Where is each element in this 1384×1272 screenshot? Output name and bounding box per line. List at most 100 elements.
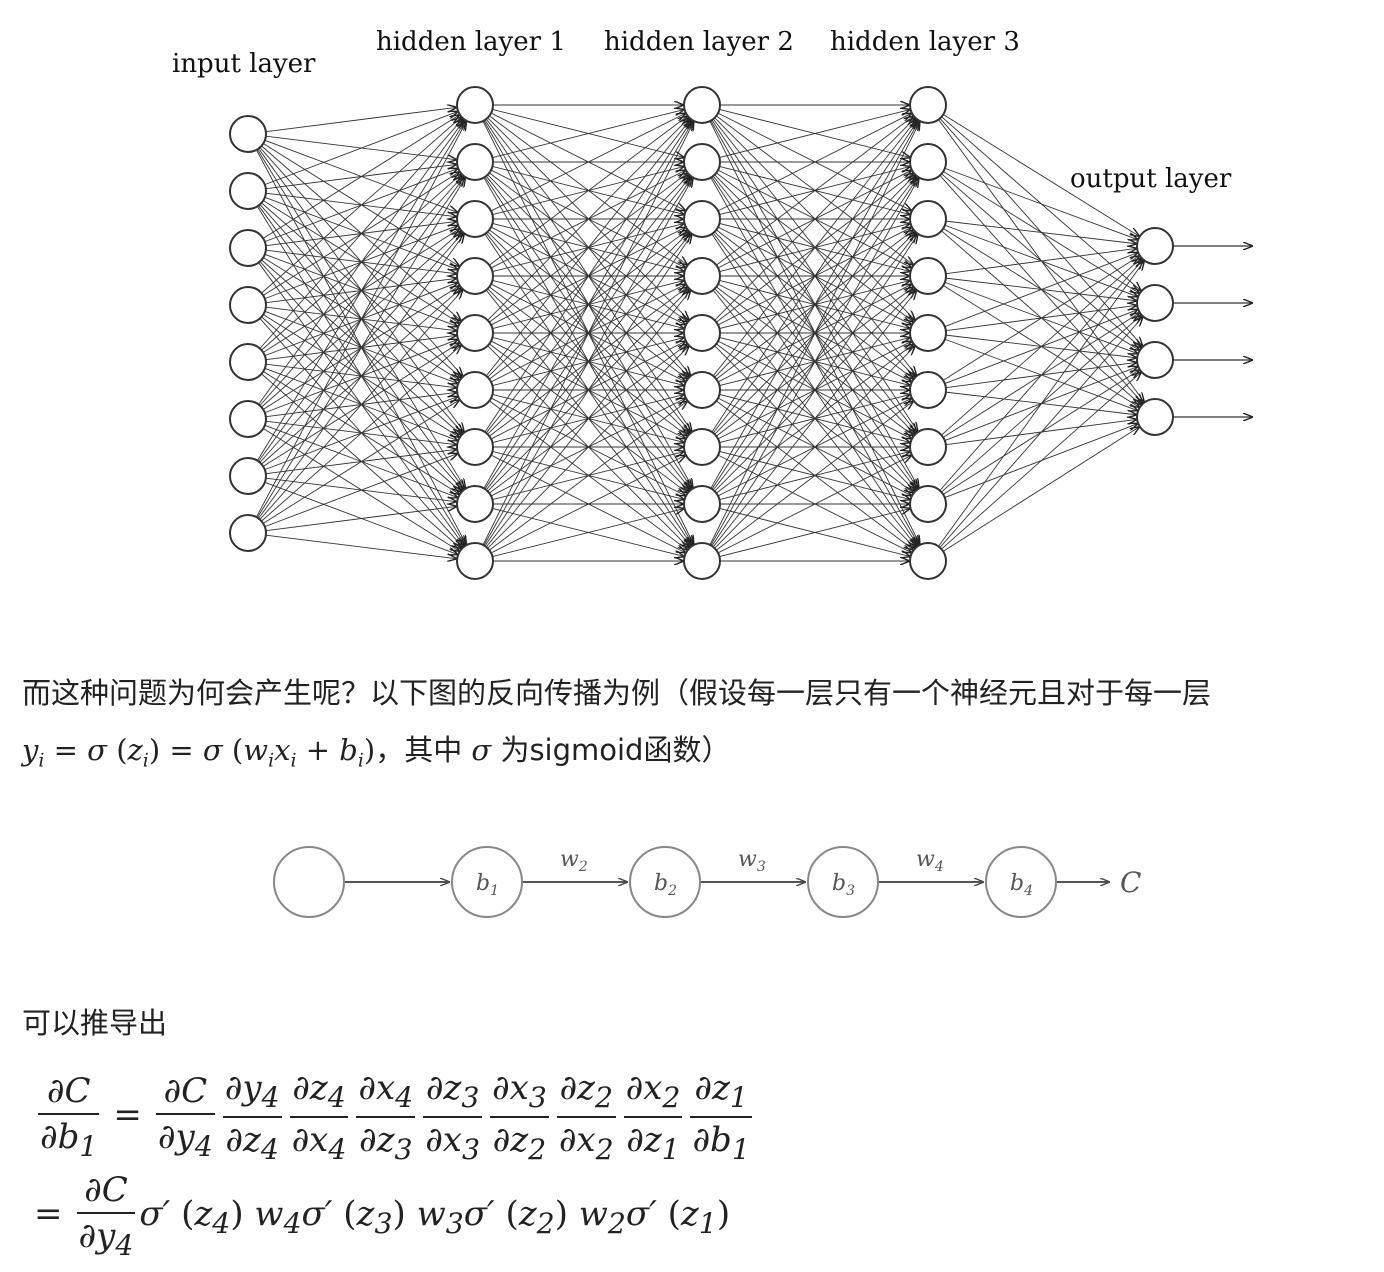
connection-line <box>945 248 1136 275</box>
formula-line: yi = σ (zi) = σ (wixi + bi)，其中 σ 为sigmoi… <box>22 727 730 772</box>
hidden2-neuron <box>683 314 721 352</box>
hidden3-neuron <box>909 314 947 352</box>
connection-line <box>712 120 916 377</box>
hidden2-neuron <box>683 200 721 238</box>
hidden3-neuron <box>909 542 947 580</box>
hidden1-neuron <box>456 257 494 295</box>
connection-line <box>485 291 690 548</box>
hidden2-neuron <box>683 485 721 523</box>
fraction-dy4-dz4: ∂y4 ∂z4 <box>222 1068 282 1166</box>
explanation-paragraph: 而这种问题为何会产生呢？以下图的反向传播为例（假设每一层只有一个神经元且对于每一… <box>22 676 1212 710</box>
weight-label-w2: w2 <box>560 847 588 875</box>
connection-line <box>941 373 1140 550</box>
connection-line <box>257 121 465 461</box>
connection-line <box>712 291 916 548</box>
hidden1-neuron <box>456 86 494 124</box>
input-neuron <box>229 286 267 324</box>
connection-line <box>489 116 686 266</box>
output-layer-label: output layer <box>1070 164 1232 194</box>
input-neuron <box>229 343 267 381</box>
connection-line <box>938 261 1144 547</box>
chain-node-b2 <box>629 846 701 918</box>
hidden-layer-2-label: hidden layer 2 <box>604 27 794 57</box>
input-neuron <box>229 457 267 495</box>
hidden3-neuron <box>909 485 947 523</box>
chain-node-label-b4: b4 <box>1010 871 1033 899</box>
fraction-dC-dy4-2: ∂C ∂y4 <box>76 1170 136 1262</box>
hidden3-neuron <box>909 143 947 181</box>
hidden-layer-3-label: hidden layer 3 <box>830 27 1020 57</box>
chain-node-b4 <box>985 846 1057 918</box>
connection-line <box>265 534 456 558</box>
input-neuron <box>229 172 267 210</box>
expanded-equation: = ∂C ∂y4 σ′ (z4) w4σ′ (z3) w3σ′ (z2) w2σ′ (… <box>34 1170 731 1262</box>
connection-line <box>716 401 912 551</box>
chain-node-b3 <box>807 846 879 918</box>
connection-line <box>265 107 456 133</box>
hidden1-neuron <box>456 485 494 523</box>
connection-line <box>258 234 464 519</box>
fraction-dC-dy4: ∂C ∂y4 <box>155 1070 215 1163</box>
hidden1-neuron <box>456 143 494 181</box>
hidden3-neuron <box>909 86 947 124</box>
output-neuron <box>1136 341 1174 379</box>
input-layer-label: input layer <box>172 49 316 79</box>
connection-line <box>945 220 1136 244</box>
connection-line <box>489 401 686 551</box>
weight-label-w3: w3 <box>738 847 766 875</box>
hidden2-neuron <box>683 257 721 295</box>
chain-node-input <box>273 846 345 918</box>
cost-label: C <box>1120 866 1141 899</box>
fraction-dz1-db1: ∂z1 ∂b1 <box>690 1068 752 1166</box>
connection-line <box>942 256 1139 381</box>
output-neuron <box>1136 227 1174 265</box>
connection-line <box>265 506 456 532</box>
hidden3-neuron <box>909 257 947 295</box>
activation-formula: yi = σ (zi) = σ (wixi + bi) <box>22 733 376 772</box>
input-neuron <box>229 400 267 438</box>
input-neuron <box>229 229 267 267</box>
fraction-dC-db1: ∂C ∂b1 <box>38 1070 100 1163</box>
hidden1-neuron <box>456 428 494 466</box>
chain-node-label-b2: b2 <box>654 871 677 899</box>
output-arrows <box>1173 246 1252 417</box>
chain-node-b1 <box>451 846 523 918</box>
connection-line <box>485 120 690 377</box>
connection-line <box>944 253 1137 327</box>
weight-label-w4: w4 <box>916 847 944 875</box>
connection-line <box>261 346 461 522</box>
hidden-layer-1-label: hidden layer 1 <box>376 27 566 57</box>
connection-line <box>257 178 465 518</box>
chain-node-label-b1: b1 <box>476 871 499 899</box>
formula-note-b: 为sigmoid函数） <box>500 733 731 767</box>
connection-line <box>942 427 1139 552</box>
hidden2-neuron <box>683 371 721 409</box>
connection-line <box>256 122 466 518</box>
hidden3-neuron <box>909 200 947 238</box>
neural-network-diagram: input layer hidden layer 1 hidden layer … <box>172 27 1384 580</box>
chain-node-label-b3: b3 <box>832 871 855 899</box>
hidden2-neuron <box>683 542 721 580</box>
connection-line <box>264 454 457 528</box>
formula-note-a: ，其中 <box>375 733 463 767</box>
input-neuron <box>229 115 267 153</box>
hidden2-neuron <box>683 143 721 181</box>
hidden3-neuron <box>909 428 947 466</box>
connection-line <box>262 115 459 239</box>
hidden1-neuron <box>456 314 494 352</box>
derive-paragraph: 可以推导出 <box>22 1006 168 1040</box>
output-neuron <box>1136 398 1174 436</box>
connection-line <box>262 400 459 524</box>
fraction-dz3-dx3: ∂z3 ∂x3 <box>423 1068 483 1166</box>
connection-line <box>939 260 1143 491</box>
hidden1-neuron <box>456 200 494 238</box>
neuron-nodes <box>229 86 1174 580</box>
input-neuron <box>229 514 267 552</box>
connection-line <box>716 116 912 266</box>
fraction-dz2-dx2: ∂z2 ∂x2 <box>556 1068 616 1166</box>
sigma-symbol: σ <box>462 733 501 767</box>
connection-line <box>258 120 464 405</box>
hidden1-neuron <box>456 371 494 409</box>
hidden3-neuron <box>909 371 947 409</box>
connection-line <box>264 112 457 186</box>
